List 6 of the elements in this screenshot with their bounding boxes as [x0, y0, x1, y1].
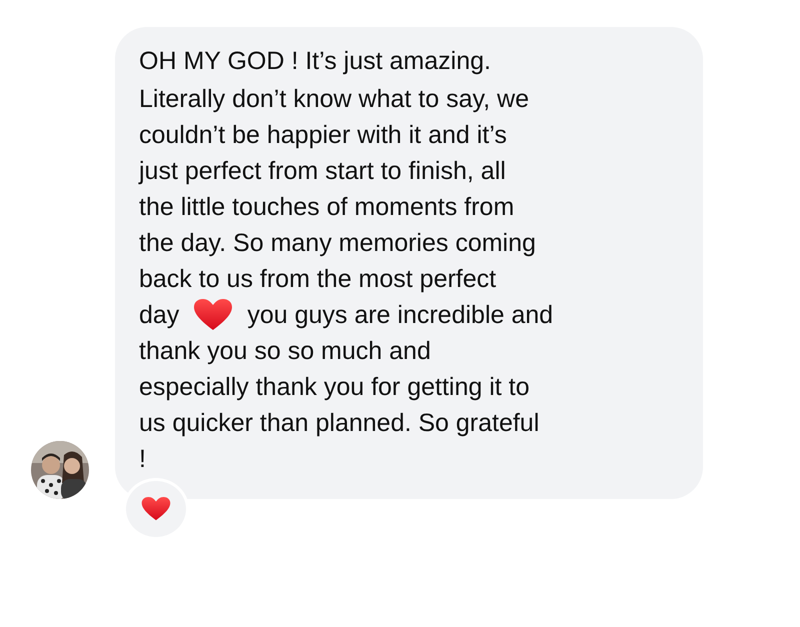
message-text: thank you so so much and especially thank you for getting it to us quicker than planned. So grateful ! [139, 336, 540, 475]
message-text: OH MY GOD ! It’s just amazing. [139, 46, 492, 77]
heart-icon [193, 298, 234, 332]
heart-icon [141, 496, 171, 522]
message-text: you guys are incredible and [247, 300, 554, 331]
message-text: day [139, 300, 180, 331]
